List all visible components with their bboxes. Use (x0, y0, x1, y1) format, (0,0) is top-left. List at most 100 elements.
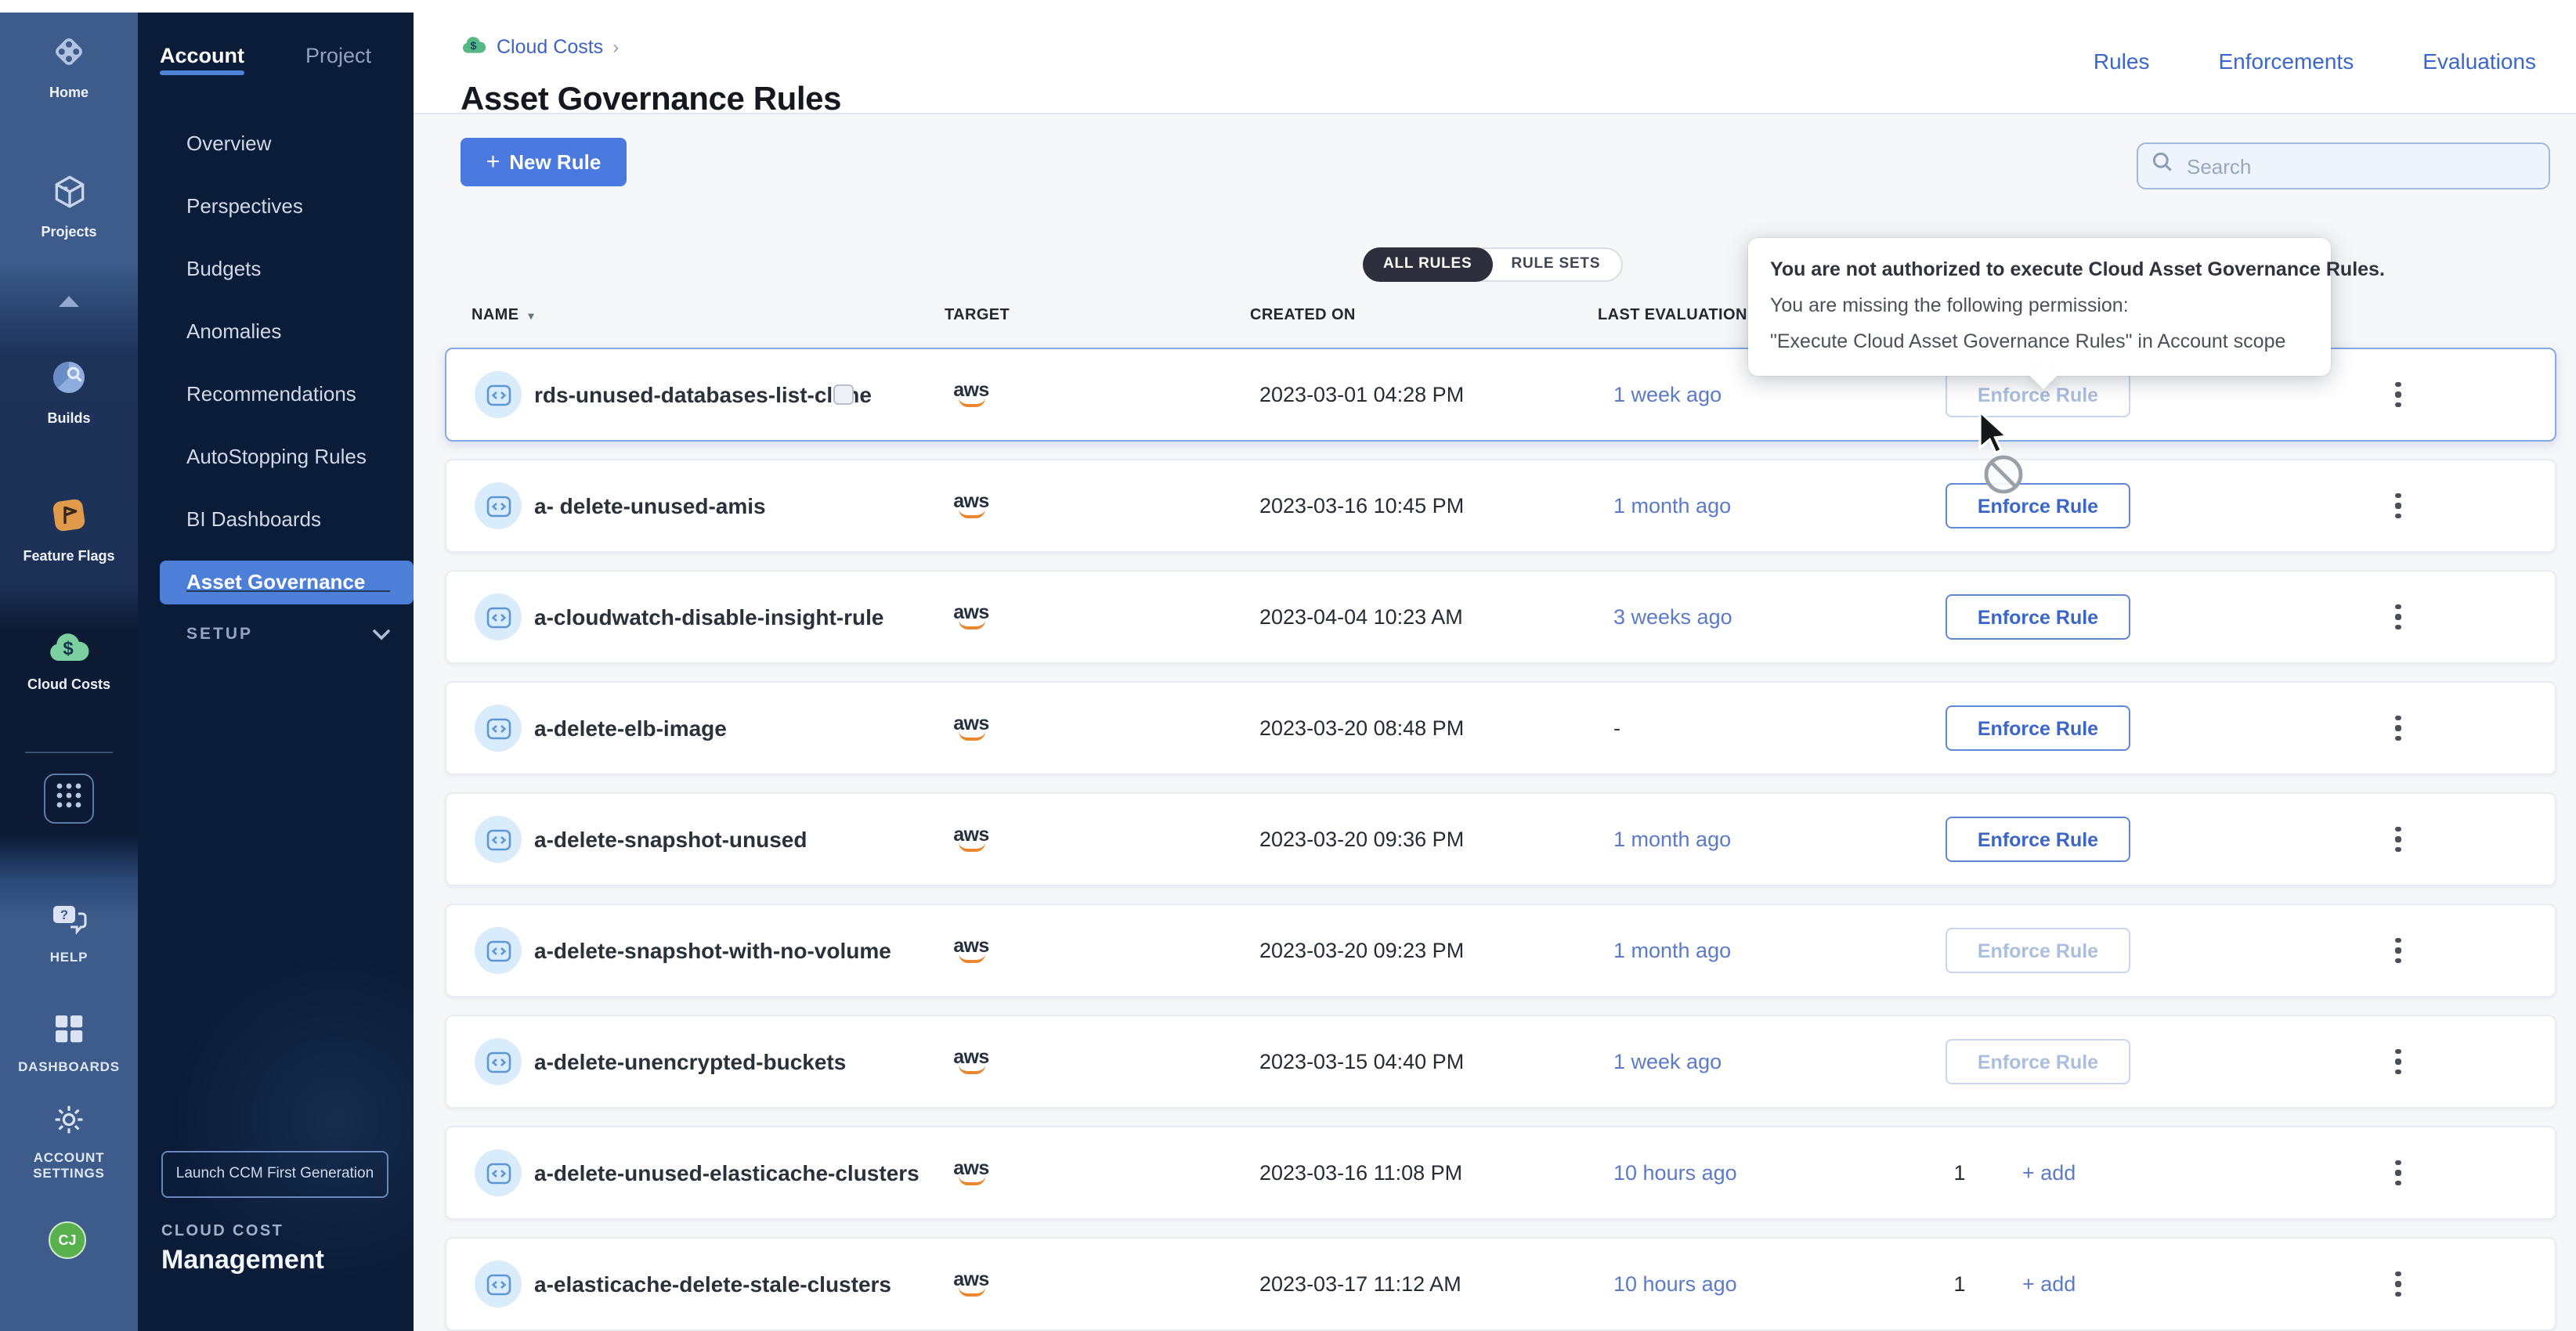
row-menu-button[interactable] (2386, 1048, 2411, 1076)
rail-item-home[interactable]: Home (3, 31, 135, 102)
scope-tabs: Account Project (160, 44, 371, 67)
rail-item-help[interactable]: ?HELP (3, 902, 135, 965)
setup-section-toggle[interactable]: SETUP (186, 620, 390, 648)
enforce-rule-button[interactable]: Enforce Rule (1946, 483, 2130, 528)
rule-name[interactable]: a-delete-unused-elasticache-clusters (534, 1160, 919, 1185)
last-evaluation-value[interactable]: 1 week ago (1613, 1050, 1722, 1073)
sidebar-item-asset-governance[interactable]: Asset Governance (160, 561, 414, 604)
cloud-costs-icon: $ (461, 34, 487, 60)
page-title: Asset Governance Rules (461, 81, 841, 119)
launch-ccm-first-gen-button[interactable]: Launch CCM First Generation (161, 1151, 388, 1198)
last-evaluation-value[interactable]: 3 weeks ago (1613, 605, 1732, 629)
sidebar-item-anomalies[interactable]: Anomalies (138, 310, 414, 354)
aws-target-logo: aws (948, 382, 995, 407)
last-evaluation-value[interactable]: 1 month ago (1613, 939, 1731, 962)
rule-name[interactable]: rds-unused-databases-list-clone (534, 382, 872, 407)
sidebar-item-overview[interactable]: Overview (138, 122, 414, 166)
rail-item-feature-flags[interactable]: Feature Flags (3, 495, 135, 565)
rule-name[interactable]: a- delete-unused-amis (534, 493, 766, 518)
cloud-costs-nav-panel: Account Project Overview Perspectives Budge… (138, 13, 414, 1331)
rail-item-account-settings[interactable]: ACCOUNT SETTINGS (3, 1102, 135, 1181)
row-menu-button[interactable] (2386, 381, 2411, 409)
rail-item-cloud-costs[interactable]: $Cloud Costs (3, 629, 135, 694)
last-evaluation-value[interactable]: 1 month ago (1613, 828, 1731, 851)
enforcement-count: 1 (1946, 1272, 1974, 1296)
rule-icon (475, 927, 522, 974)
aws-target-logo: aws (948, 1049, 995, 1074)
rail-collapse-button[interactable] (3, 288, 135, 321)
created-on-value: 2023-03-20 09:23 PM (1259, 939, 1464, 962)
last-evaluation-value[interactable]: 1 month ago (1613, 494, 1731, 518)
sidebar-item-bi-dashboards[interactable]: BI Dashboards (138, 498, 414, 542)
sort-desc-icon: ▾ (529, 312, 534, 323)
add-enforcement-link[interactable]: + add (2022, 1161, 2076, 1185)
rule-icon (475, 1261, 522, 1308)
sidebar-item-recommendations[interactable]: Recommendations (138, 373, 414, 417)
row-menu-button[interactable] (2386, 492, 2411, 520)
search-box[interactable] (2137, 142, 2550, 189)
cloud-costs-icon: $ (3, 629, 135, 672)
aws-target-logo: aws (948, 493, 995, 518)
table-row[interactable]: a-delete-snapshot-with-no-volume aws 202… (445, 904, 2556, 997)
column-header-name[interactable]: NAME▾ (471, 307, 534, 324)
row-checkbox[interactable] (833, 384, 854, 405)
created-on-value: 2023-03-01 04:28 PM (1259, 383, 1464, 406)
row-menu-button[interactable] (2386, 1270, 2411, 1298)
rule-name[interactable]: a-delete-elb-image (534, 716, 727, 741)
dashboards-grid-icon (3, 1012, 135, 1054)
rule-icon (475, 593, 522, 640)
sidebar-item-budgets[interactable]: Budgets (138, 247, 414, 291)
rule-name[interactable]: a-delete-snapshot-with-no-volume (534, 938, 891, 963)
table-row[interactable]: a-delete-snapshot-unused aws 2023-03-20 … (445, 792, 2556, 886)
rule-icon (475, 371, 522, 418)
table-row[interactable]: a-delete-unencrypted-buckets aws 2023-03… (445, 1015, 2556, 1109)
created-on-value: 2023-03-16 11:08 PM (1259, 1161, 1462, 1185)
row-menu-button[interactable] (2386, 825, 2411, 853)
row-menu-button[interactable] (2386, 936, 2411, 965)
rule-name[interactable]: a-delete-snapshot-unused (534, 827, 807, 852)
header-link-enforcements[interactable]: Enforcements (2218, 49, 2354, 74)
header-nav-links: Rules Enforcements Evaluations (2094, 49, 2536, 74)
projects-cube-icon (3, 172, 135, 219)
last-evaluation-value[interactable]: 10 hours ago (1613, 1161, 1737, 1185)
rail-item-builds[interactable]: Builds (3, 357, 135, 427)
tab-project[interactable]: Project (305, 44, 371, 67)
enforce-rule-button[interactable]: Enforce Rule (1946, 817, 2130, 862)
rail-item-dashboards[interactable]: DASHBOARDS (3, 1012, 135, 1074)
table-row[interactable]: a-elasticache-delete-stale-clusters aws … (445, 1237, 2556, 1331)
menu-divider (186, 590, 390, 592)
last-evaluation-value[interactable]: 1 week ago (1613, 383, 1722, 406)
search-input[interactable] (2184, 153, 2534, 179)
header-link-rules[interactable]: Rules (2094, 49, 2150, 74)
breadcrumb-cloud-costs-link[interactable]: Cloud Costs (497, 36, 603, 58)
sidebar-item-perspectives[interactable]: Perspectives (138, 185, 414, 229)
rule-icon (475, 816, 522, 863)
enforce-rule-button[interactable]: Enforce Rule (1946, 594, 2130, 640)
tab-account[interactable]: Account (160, 44, 244, 67)
rail-item-projects[interactable]: Projects (3, 172, 135, 241)
table-row[interactable]: a- delete-unused-amis aws 2023-03-16 10:… (445, 459, 2556, 553)
toggle-all-rules[interactable]: ALL RULES (1363, 247, 1492, 282)
last-evaluation-value[interactable]: 10 hours ago (1613, 1272, 1737, 1296)
rule-name[interactable]: a-cloudwatch-disable-insight-rule (534, 604, 884, 629)
aws-target-logo: aws (948, 1271, 995, 1297)
user-avatar[interactable]: CJ (49, 1221, 86, 1259)
table-row[interactable]: a-cloudwatch-disable-insight-rule aws 20… (445, 570, 2556, 664)
table-row[interactable]: a-delete-unused-elasticache-clusters aws… (445, 1126, 2556, 1220)
rule-icon (475, 1149, 522, 1196)
sidebar-item-autostopping-rules[interactable]: AutoStopping Rules (138, 435, 414, 479)
enforce-rule-button[interactable]: Enforce Rule (1946, 705, 2130, 751)
brand-name: Management (161, 1245, 324, 1276)
row-menu-button[interactable] (2386, 714, 2411, 742)
table-row[interactable]: a-delete-elb-image aws 2023-03-20 08:48 … (445, 681, 2556, 775)
toggle-rule-sets[interactable]: RULE SETS (1490, 249, 1620, 280)
module-picker-button[interactable] (44, 774, 94, 824)
row-menu-button[interactable] (2386, 1159, 2411, 1187)
header-link-evaluations[interactable]: Evaluations (2422, 49, 2536, 74)
row-menu-button[interactable] (2386, 603, 2411, 631)
rule-name[interactable]: a-delete-unencrypted-buckets (534, 1049, 846, 1074)
enforcement-count: 1 (1946, 1161, 1974, 1185)
rule-name[interactable]: a-elasticache-delete-stale-clusters (534, 1271, 891, 1297)
add-enforcement-link[interactable]: + add (2022, 1272, 2076, 1296)
new-rule-button[interactable]: + New Rule (461, 138, 627, 186)
